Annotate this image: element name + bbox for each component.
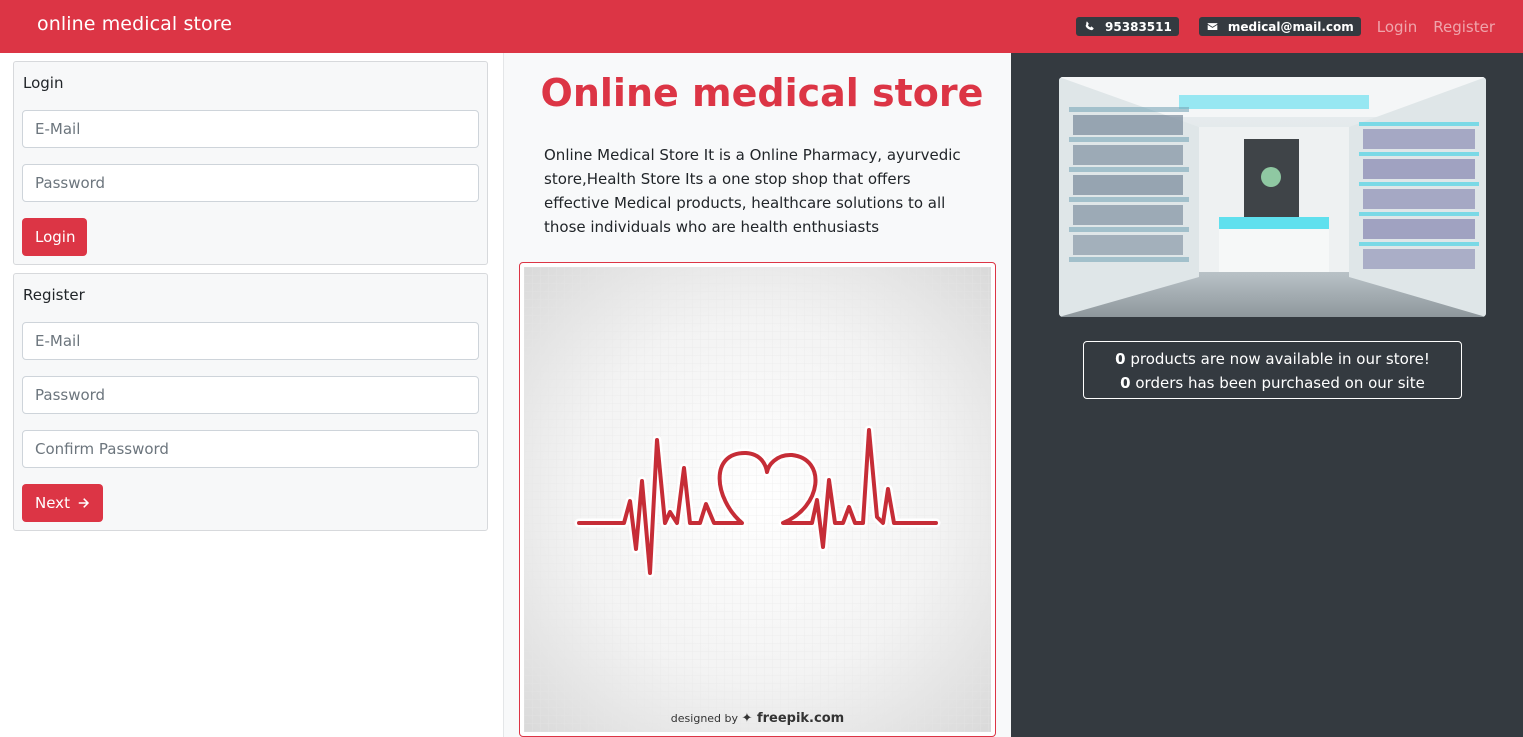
register-card: Register Next [13, 273, 488, 531]
main-content: Online medical store Online Medical Stor… [503, 53, 1011, 737]
next-button[interactable]: Next [22, 484, 103, 522]
login-email-input[interactable] [22, 110, 479, 148]
nav-login-link[interactable]: Login [1377, 18, 1417, 36]
email-address: medical@mail.com [1227, 19, 1354, 34]
next-button-label: Next [35, 494, 70, 512]
right-panel: 0 products are now available in our stor… [1011, 53, 1523, 737]
freepik-logo: ✦ [741, 711, 757, 726]
nav-register-link[interactable]: Register [1433, 18, 1495, 36]
orders-stat: 0 orders has been purchased on our site [1084, 371, 1461, 395]
image-credit-brand: freepik.com [756, 711, 845, 726]
email-badge: medical@mail.com [1198, 17, 1361, 36]
image-credit: designed by ✦ freepik.com [524, 711, 991, 726]
store-stats-box: 0 products are now available in our stor… [1083, 341, 1462, 399]
pharmacy-interior-illustration [1059, 77, 1486, 317]
pharmacy-store-photo [1059, 77, 1486, 317]
register-card-title: Register [23, 286, 85, 304]
register-confirm-password-input[interactable] [22, 430, 479, 468]
navbar: online medical store 95383511 medical@ma… [0, 0, 1523, 53]
login-card: Login Login [13, 61, 488, 265]
login-password-input[interactable] [22, 164, 479, 202]
products-text: products are now available in our store! [1125, 350, 1430, 368]
login-button[interactable]: Login [22, 218, 87, 256]
image-credit-prefix: designed by [670, 712, 739, 725]
register-password-input[interactable] [22, 376, 479, 414]
envelope-icon [1207, 23, 1218, 30]
arrow-right-icon [78, 498, 90, 508]
heartbeat-image: designed by ✦ freepik.com [524, 267, 991, 732]
phone-number: 95383511 [1105, 19, 1172, 34]
products-stat: 0 products are now available in our stor… [1084, 347, 1461, 371]
orders-text: orders has been purchased on our site [1130, 374, 1425, 392]
products-count: 0 [1115, 350, 1126, 368]
navbar-right: 95383511 medical@mail.com Login Register [1076, 0, 1495, 53]
phone-badge: 95383511 [1076, 17, 1179, 36]
brand-title[interactable]: online medical store [37, 13, 232, 35]
page-title: Online medical store [540, 71, 984, 115]
login-card-title: Login [23, 74, 64, 92]
heartbeat-image-frame: designed by ✦ freepik.com [519, 262, 996, 737]
orders-count: 0 [1120, 374, 1131, 392]
grid-pattern [524, 267, 991, 732]
store-description: Online Medical Store It is a Online Phar… [544, 146, 961, 236]
login-button-label: Login [35, 228, 76, 246]
phone-icon [1085, 21, 1094, 31]
register-email-input[interactable] [22, 322, 479, 360]
